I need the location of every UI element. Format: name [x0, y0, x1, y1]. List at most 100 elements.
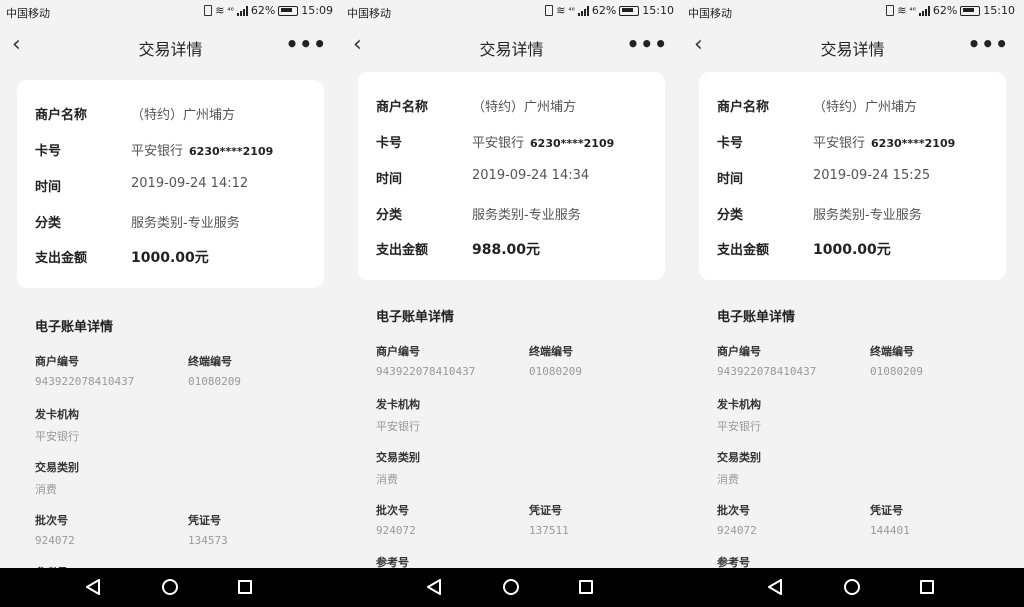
- batch-value: 924072: [717, 524, 757, 537]
- batch-label: 批次号: [35, 514, 68, 527]
- merchant-label: 商户名称: [376, 100, 429, 115]
- merchant-no-field: 商户编号 943922078410437: [717, 343, 816, 378]
- merchant-no-field: 商户编号 943922078410437: [35, 353, 134, 388]
- status-icons: ≋ ⁴⁶ 62% 15:10: [545, 4, 674, 17]
- card-label: 卡号: [717, 136, 744, 151]
- android-back-icon[interactable]: [86, 579, 100, 595]
- card-number: 6230****2109: [871, 137, 956, 150]
- merchant-no-label: 商户编号: [35, 355, 79, 368]
- status-icons: ≋ ⁴⁶ 62% 15:10: [886, 4, 1015, 17]
- android-home-icon[interactable]: [162, 579, 178, 595]
- merchant-no-field: 商户编号 943922078410437: [376, 343, 475, 378]
- time-label: 时间: [376, 172, 403, 187]
- merchant-value: （特约）广州埔方: [472, 100, 577, 115]
- issuer-value: 平安银行: [35, 430, 79, 443]
- android-recent-icon[interactable]: [579, 580, 593, 594]
- nav-buttons-1: [0, 568, 341, 607]
- voucher-label: 凭证号: [529, 504, 562, 517]
- batch-field: 批次号 924072: [717, 502, 757, 537]
- e-bill-title: 电子账单详情: [717, 310, 796, 325]
- card-number: 6230****2109: [530, 137, 615, 150]
- batch-label: 批次号: [376, 504, 409, 517]
- txn-type-field: 交易类别 消费: [717, 449, 761, 487]
- android-navigation-bar: [0, 568, 1024, 607]
- network-type: ⁴⁶: [568, 6, 575, 15]
- phone-screen-1: 中国移动 ≋ ⁴⁶ 62% 15:09 ‹ 交易详情 ••• 商户名称 （特约）…: [0, 0, 341, 568]
- txn-type-field: 交易类别 消费: [35, 459, 79, 497]
- voucher-value: 134573: [188, 534, 228, 547]
- category-row: 分类 服务类别-专业服务: [376, 204, 653, 224]
- merchant-no-label: 商户编号: [376, 345, 420, 358]
- top-nav-bar: ‹ 交易详情 •••: [0, 24, 341, 68]
- terminal-no-value: 01080209: [529, 365, 582, 378]
- ref-label: 参考号: [717, 556, 750, 568]
- voucher-value: 144401: [870, 524, 910, 537]
- terminal-no-field: 终端编号 01080209: [870, 343, 923, 378]
- amount-row: 支出金额 1000.00元: [717, 239, 994, 259]
- terminal-no-field: 终端编号 01080209: [188, 353, 241, 388]
- merchant-no-label: 商户编号: [717, 345, 761, 358]
- time-row: 时间 2019-09-24 14:34: [376, 168, 653, 188]
- time-label: 时间: [717, 172, 744, 187]
- txn-type-label: 交易类别: [717, 451, 761, 464]
- time-row: 时间 2019-09-24 15:25: [717, 168, 994, 188]
- android-back-icon[interactable]: [427, 579, 441, 595]
- clock: 15:09: [301, 4, 333, 17]
- card-value: 平安银行 6230****2109: [813, 132, 955, 151]
- amount-row: 支出金额 988.00元: [376, 239, 653, 259]
- android-back-icon[interactable]: [768, 579, 782, 595]
- card-label: 卡号: [35, 144, 62, 159]
- wifi-icon: ≋: [215, 4, 225, 17]
- txn-type-label: 交易类别: [35, 461, 79, 474]
- merchant-row: 商户名称 （特约）广州埔方: [376, 96, 653, 116]
- amount-label: 支出金额: [717, 243, 770, 258]
- time-value: 2019-09-24 14:34: [472, 168, 590, 183]
- more-dots-icon[interactable]: •••: [627, 32, 668, 56]
- issuer-label: 发卡机构: [376, 398, 420, 411]
- battery-percent: 62%: [591, 4, 617, 17]
- time-label: 时间: [35, 180, 62, 195]
- more-dots-icon[interactable]: •••: [968, 32, 1009, 56]
- ref-field: 参考号: [717, 554, 750, 568]
- battery-icon: [278, 5, 299, 16]
- status-bar: 中国移动 ≋ ⁴⁶ 62% 15:09: [0, 0, 341, 24]
- e-bill-title: 电子账单详情: [376, 310, 455, 325]
- card-row: 卡号 平安银行 6230****2109: [717, 132, 994, 152]
- card-value: 平安银行 6230****2109: [131, 140, 273, 159]
- category-label: 分类: [376, 208, 403, 223]
- issuer-field: 发卡机构 平安银行: [35, 406, 79, 444]
- network-type: ⁴⁶: [909, 6, 916, 15]
- voucher-field: 凭证号 137511: [529, 502, 569, 537]
- status-bar: 中国移动 ≋ ⁴⁶ 62% 15:10: [341, 0, 682, 24]
- category-value: 服务类别-专业服务: [472, 208, 581, 223]
- category-value: 服务类别-专业服务: [813, 208, 922, 223]
- more-dots-icon[interactable]: •••: [286, 32, 327, 56]
- battery-icon: [960, 5, 981, 16]
- txn-type-value: 消费: [35, 483, 57, 496]
- clock: 15:10: [642, 4, 674, 17]
- time-value: 2019-09-24 15:25: [813, 168, 931, 183]
- batch-value: 924072: [376, 524, 416, 537]
- merchant-value: （特约）广州埔方: [813, 100, 918, 115]
- wifi-icon: ≋: [556, 4, 566, 17]
- merchant-row: 商户名称 （特约）广州埔方: [717, 96, 994, 116]
- phone-screen-2: 中国移动 ≋ ⁴⁶ 62% 15:10 ‹ 交易详情 ••• 商户名称 （特约）…: [341, 0, 682, 568]
- issuer-label: 发卡机构: [717, 398, 761, 411]
- amount-value: 988.00元: [472, 242, 541, 258]
- android-home-icon[interactable]: [503, 579, 519, 595]
- card-row: 卡号 平安银行 6230****2109: [35, 140, 312, 160]
- batch-field: 批次号 924072: [376, 502, 416, 537]
- category-label: 分类: [35, 216, 62, 231]
- amount-label: 支出金额: [35, 251, 88, 266]
- time-value: 2019-09-24 14:12: [131, 176, 249, 191]
- wifi-icon: ≋: [897, 4, 907, 17]
- batch-field: 批次号 924072: [35, 512, 75, 547]
- carrier-name: 中国移动: [347, 7, 391, 20]
- android-recent-icon[interactable]: [920, 580, 934, 594]
- ref-field: 参考号: [376, 554, 409, 568]
- android-recent-icon[interactable]: [238, 580, 252, 594]
- amount-row: 支出金额 1000.00元: [35, 247, 312, 267]
- bank-name: 平安银行: [472, 136, 525, 151]
- merchant-label: 商户名称: [35, 108, 88, 123]
- android-home-icon[interactable]: [844, 579, 860, 595]
